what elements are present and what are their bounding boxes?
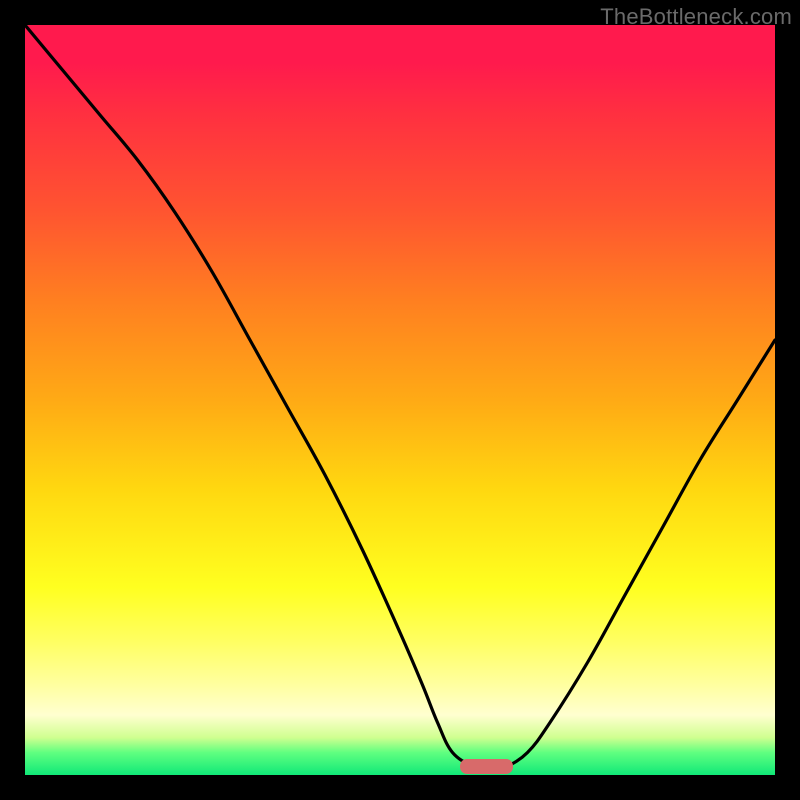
plot-area — [25, 25, 775, 775]
chart-frame: TheBottleneck.com — [0, 0, 800, 800]
optimum-marker — [460, 759, 513, 774]
bottleneck-curve — [25, 25, 775, 775]
